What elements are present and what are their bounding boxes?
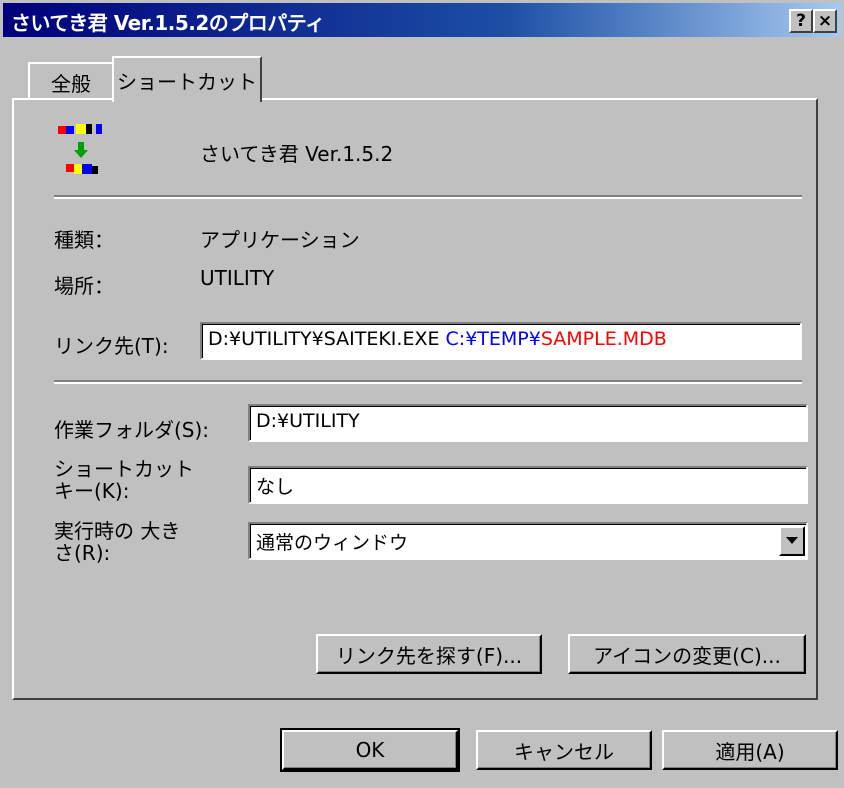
find-target-button[interactable]: リンク先を探す(F)...	[316, 634, 542, 674]
link-target-file: SAMPLE.MDB	[540, 328, 667, 350]
title-bar[interactable]: さいてき君 Ver.1.5.2のプロパティ ? ×	[3, 3, 841, 37]
workdir-label: 作業フォルダ(S):	[54, 418, 210, 442]
location-label: 場所：	[54, 274, 114, 298]
run-size-select[interactable]: 通常のウィンドウ	[248, 522, 808, 560]
cancel-button[interactable]: キャンセル	[476, 730, 652, 770]
dropdown-arrow-button[interactable]	[779, 526, 805, 556]
location-value: UTILITY	[200, 266, 275, 290]
link-target-program: D:¥UTILITY¥SAITEKI.EXE	[208, 328, 440, 350]
tab-shortcut[interactable]: ショートカット	[112, 56, 262, 102]
shortcut-key-label: ショートカット キー(K):	[54, 457, 194, 503]
chevron-down-icon	[786, 537, 798, 544]
ok-button[interactable]: OK	[280, 728, 460, 772]
tab-panel	[12, 98, 818, 700]
shortcut-key-input[interactable]: なし	[248, 466, 808, 504]
separator-middle	[54, 380, 802, 384]
app-name: さいてき君 Ver.1.5.2	[200, 142, 394, 166]
close-button[interactable]: ×	[813, 9, 837, 33]
type-label: 種類：	[54, 228, 114, 252]
link-target-input[interactable]: D:¥UTILITY¥SAITEKI.EXE C:¥TEMP¥SAMPLE.MD…	[200, 322, 802, 360]
link-label: リンク先(T):	[54, 334, 169, 358]
help-button[interactable]: ?	[789, 9, 813, 33]
tab-general[interactable]: 全般	[28, 62, 114, 100]
run-size-value: 通常のウィンドウ	[256, 532, 409, 554]
change-icon-button[interactable]: アイコンの変更(C)...	[568, 634, 806, 674]
separator-top	[54, 195, 802, 199]
window-title: さいてき君 Ver.1.5.2のプロパティ	[11, 11, 325, 35]
type-value: アプリケーション	[200, 228, 360, 252]
link-target-folder: C:¥TEMP¥	[445, 328, 541, 350]
workdir-input[interactable]: D:¥UTILITY	[248, 404, 808, 442]
run-size-label: 実行時の 大きさ(R):	[54, 519, 181, 565]
apply-button[interactable]: 適用(A)	[662, 730, 838, 770]
application-icon	[56, 120, 112, 180]
